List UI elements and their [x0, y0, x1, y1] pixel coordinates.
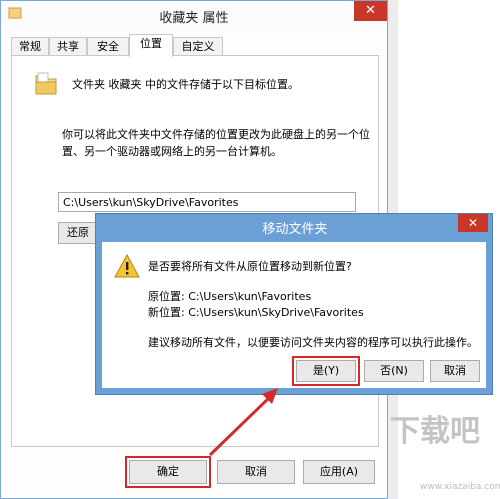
title-bar: 收藏夹 属性 ✕	[1, 1, 387, 27]
cancel-button[interactable]: 取消	[217, 460, 295, 484]
window-close-button[interactable]: ✕	[354, 1, 387, 21]
ok-button[interactable]: 确定	[125, 456, 211, 488]
tab-security[interactable]: 安全	[87, 37, 129, 56]
warning-icon	[114, 254, 140, 278]
apply-button[interactable]: 应用(A)	[303, 460, 375, 484]
tab-general[interactable]: 常规	[11, 37, 49, 56]
dialog-close-button[interactable]: ✕	[458, 214, 488, 232]
new-location: 新位置: C:\Users\kun\SkyDrive\Favorites	[148, 306, 364, 319]
dialog-title: 移动文件夹	[262, 222, 328, 237]
tab-location[interactable]: 位置	[129, 34, 173, 57]
path-input[interactable]	[58, 192, 356, 212]
move-folder-dialog: 移动文件夹 ✕ 是否要将所有文件从原位置移动到新位置? 原位置: C:\User…	[95, 213, 493, 395]
location-description: 你可以将此文件夹中文件存储的位置更改为此硬盘上的另一个位置、另一个驱动器或网络上…	[62, 128, 370, 158]
window-title: 收藏夹 属性	[159, 11, 229, 26]
dialog-body: 是否要将所有文件从原位置移动到新位置? 原位置: C:\Users\kun\Fa…	[102, 242, 486, 388]
location-heading: 文件夹 收藏夹 中的文件存储于以下目标位置。	[72, 78, 299, 91]
dialog-cancel-button[interactable]: 取消	[430, 360, 480, 382]
old-location: 原位置: C:\Users\kun\Favorites	[148, 290, 312, 303]
yes-button[interactable]: 是(Y)	[292, 356, 360, 386]
no-button[interactable]: 否(N)	[364, 360, 424, 382]
tab-customize[interactable]: 自定义	[173, 37, 223, 56]
tab-sharing[interactable]: 共享	[49, 37, 87, 56]
watermark-url: www.xiazaiba.com	[420, 482, 500, 492]
watermark-text: 下载吧	[390, 414, 480, 449]
folder-icon	[35, 72, 57, 95]
dialog-question: 是否要将所有文件从原位置移动到新位置?	[148, 260, 352, 273]
dialog-advice: 建议移动所有文件，以便要访问文件夹内容的程序可以执行此操作。	[148, 336, 478, 349]
